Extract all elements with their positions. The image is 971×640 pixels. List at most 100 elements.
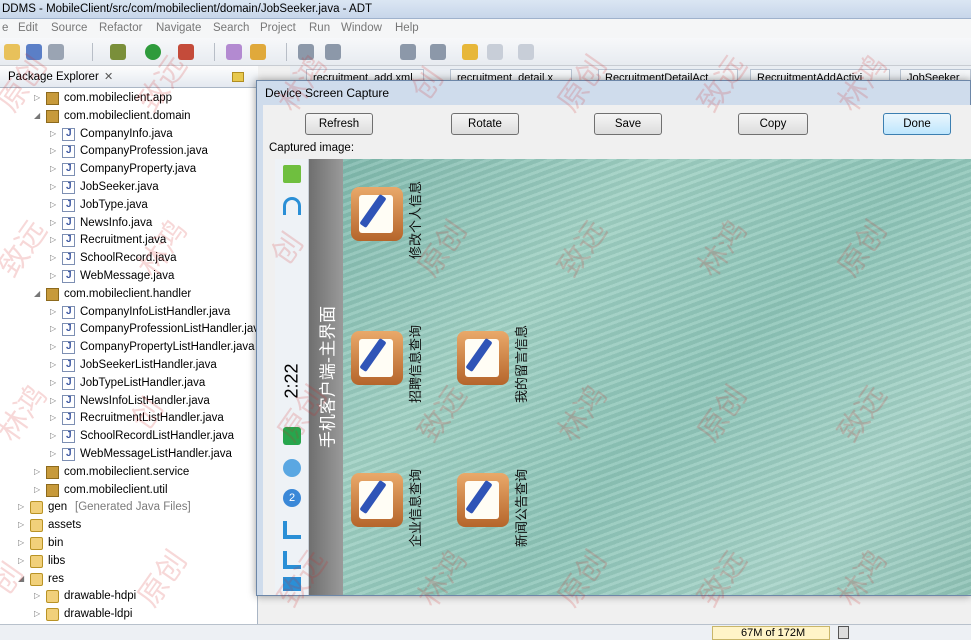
back-arrow-icon[interactable] (462, 44, 478, 60)
window-title-bar: DDMS - MobileClient/src/com/mobileclient… (0, 0, 971, 19)
window-title: DDMS - MobileClient/src/com/mobileclient… (2, 3, 373, 15)
java-icon (62, 430, 75, 444)
toolbar-separator (214, 43, 215, 61)
collapse-icon[interactable]: ◢ (18, 574, 26, 583)
toolbar-separator (286, 43, 287, 61)
collapse-icon[interactable]: ◢ (34, 289, 42, 298)
open-resource-icon[interactable] (250, 44, 266, 60)
prev-annotation-icon[interactable] (430, 44, 446, 60)
menu-navigate[interactable]: Navigate (156, 22, 201, 34)
expand-icon[interactable]: ▷ (50, 235, 58, 244)
news-search-app-icon[interactable] (457, 473, 509, 527)
expand-icon[interactable]: ▷ (18, 538, 26, 547)
expand-icon[interactable]: ▷ (18, 520, 26, 529)
expand-icon[interactable]: ▷ (50, 271, 58, 280)
expand-icon[interactable]: ▷ (34, 485, 42, 494)
print-icon[interactable] (48, 44, 64, 60)
my-messages-app-label: 我的留言信息 (515, 324, 530, 403)
forward-arrow-icon[interactable] (487, 44, 503, 60)
package-explorer-tab[interactable]: Package Explorer ✕ (0, 66, 258, 88)
java-icon (62, 323, 75, 337)
edit-profile-app-icon[interactable] (351, 187, 403, 241)
tree-item-label: libs (48, 554, 66, 567)
close-icon[interactable]: ✕ (104, 70, 113, 83)
run-icon[interactable] (145, 44, 161, 60)
folder-icon (46, 608, 59, 622)
expand-icon[interactable]: ▷ (50, 396, 58, 405)
package-explorer-title: Package Explorer (8, 71, 99, 83)
company-search-app-icon[interactable] (351, 473, 403, 527)
gen-icon (30, 501, 43, 515)
done-button[interactable]: Done (883, 113, 951, 135)
tree-item-label: gen (48, 501, 68, 514)
expand-icon[interactable]: ▷ (50, 200, 58, 209)
menu-source[interactable]: Source (51, 22, 87, 34)
java-icon (62, 163, 75, 177)
menu-edit[interactable]: Edit (18, 22, 38, 34)
menu-refactor[interactable]: Refactor (99, 22, 142, 34)
trash-icon[interactable] (838, 626, 849, 639)
menu-search[interactable]: Search (213, 22, 249, 34)
tree-item-label: WebMessage.java (80, 270, 175, 282)
expand-icon[interactable]: ▷ (50, 324, 58, 333)
menu-run[interactable]: Run (309, 22, 330, 34)
expand-icon[interactable]: ▷ (50, 360, 58, 369)
tree-item-label: com.mobileclient.service (64, 465, 190, 478)
link-with-editor-icon[interactable] (232, 72, 244, 82)
refresh-button[interactable]: Refresh (305, 113, 373, 135)
external-tools-icon[interactable] (178, 44, 194, 60)
expand-icon[interactable]: ▷ (50, 449, 58, 458)
tree-item-label: com.mobileclient.domain (64, 109, 191, 122)
next-annotation-icon[interactable] (400, 44, 416, 60)
tree-item-label: com.mobileclient.app (64, 92, 173, 104)
expand-icon[interactable]: ▷ (50, 146, 58, 155)
captured-phone-screen: 2:22 2 手机客户端-主界面 修改个人信息 招聘信息查询 我的留言信息 企业… (275, 159, 971, 595)
expand-icon[interactable]: ▷ (18, 556, 26, 565)
menu-window[interactable]: Window (341, 22, 382, 34)
save-button[interactable]: Save (594, 113, 662, 135)
expand-icon[interactable]: ▷ (50, 307, 58, 316)
expand-icon[interactable]: ▷ (50, 164, 58, 173)
collapse-icon[interactable]: ◢ (34, 111, 42, 120)
new-icon[interactable] (4, 44, 20, 60)
copy-button[interactable]: Copy (738, 113, 808, 135)
expand-icon[interactable]: ▷ (50, 129, 58, 138)
expand-icon[interactable]: ▷ (50, 182, 58, 191)
expand-icon[interactable]: ▷ (50, 253, 58, 262)
expand-icon[interactable]: ▷ (50, 413, 58, 422)
search-icon[interactable] (325, 44, 341, 60)
menu-file[interactable]: e (2, 22, 8, 34)
edit-profile-app-label: 修改个人信息 (409, 180, 424, 259)
tree-item-label: com.mobileclient.util (64, 483, 168, 496)
expand-icon[interactable]: ▷ (50, 378, 58, 387)
expand-icon[interactable]: ▷ (50, 218, 58, 227)
tree-item-label: RecruitmentListHandler.java (80, 412, 224, 425)
tree-item-label: SchoolRecordListHandler.java (80, 430, 235, 443)
expand-icon[interactable]: ▷ (50, 431, 58, 440)
expand-icon[interactable]: ▷ (34, 93, 42, 102)
tree-item-label: JobSeekerListHandler.java (80, 359, 217, 371)
expand-icon[interactable]: ▷ (18, 502, 26, 511)
expand-icon[interactable]: ▷ (34, 609, 42, 618)
java-icon (62, 359, 75, 372)
job-search-app-icon[interactable] (351, 331, 403, 385)
expand-icon[interactable]: ▷ (34, 467, 42, 476)
expand-icon[interactable]: ▷ (34, 591, 42, 600)
open-type-icon[interactable] (226, 44, 242, 60)
device-screen-capture-dialog: Device Screen Capture Refresh Rotate Sav… (256, 80, 971, 596)
java-icon (62, 376, 75, 390)
menu-help[interactable]: Help (395, 22, 419, 34)
forward-arrow-icon[interactable] (518, 44, 534, 60)
tree-item-label: JobSeeker.java (80, 181, 159, 193)
folder-icon (30, 572, 43, 586)
save-icon[interactable] (26, 44, 42, 60)
tree-item-label: WebMessageListHandler.java (80, 448, 232, 460)
menu-project[interactable]: Project (260, 22, 296, 34)
debug-icon[interactable] (110, 44, 126, 60)
rotate-button[interactable]: Rotate (451, 113, 519, 135)
expand-icon[interactable]: ▷ (50, 342, 58, 351)
my-messages-app-icon[interactable] (457, 331, 509, 385)
annotation-icon[interactable] (298, 44, 314, 60)
phone-status-bar: 2:22 2 (275, 159, 309, 595)
heap-status[interactable]: 67M of 172M (712, 626, 830, 640)
